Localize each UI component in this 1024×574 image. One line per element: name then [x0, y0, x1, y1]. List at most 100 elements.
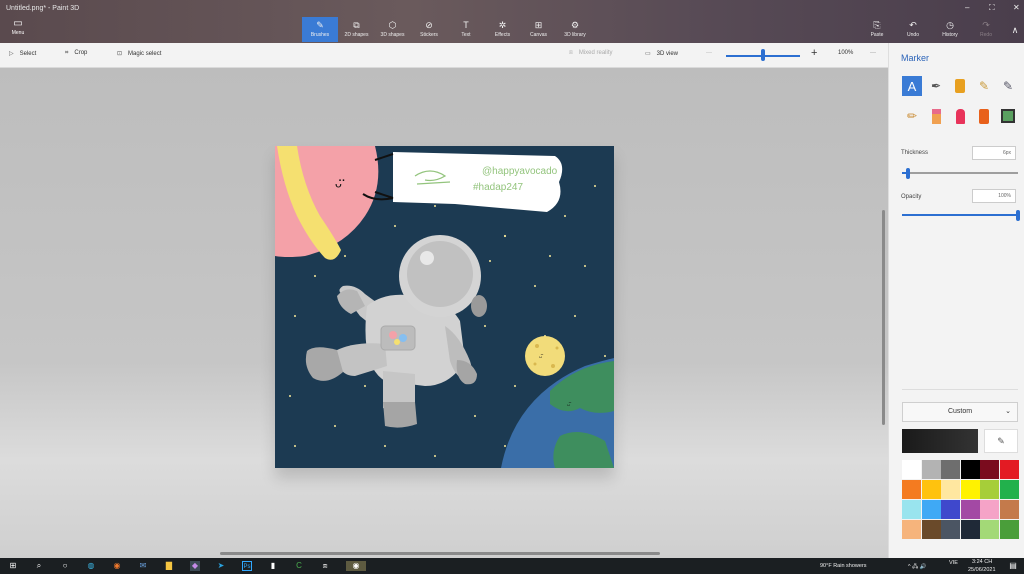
- magic-select-button[interactable]: ⊡ Magic select: [117, 50, 161, 57]
- pencil-brush[interactable]: ✏: [902, 106, 922, 126]
- palette-swatch[interactable]: [941, 480, 960, 499]
- marker-brush[interactable]: A: [902, 76, 922, 96]
- file-explorer-icon[interactable]: ▇: [164, 561, 174, 571]
- clock-date[interactable]: 25/06/2021: [968, 567, 996, 573]
- tool-brushes[interactable]: ✎ Brushes: [302, 17, 338, 42]
- firefox-icon[interactable]: ◉: [112, 561, 122, 571]
- vertical-scrollbar[interactable]: [882, 210, 885, 425]
- tool-label: 3D library: [564, 32, 586, 38]
- thickness-input[interactable]: 6px: [972, 146, 1016, 160]
- palette-swatch[interactable]: [921, 520, 941, 539]
- palette-swatch[interactable]: [941, 460, 960, 479]
- opacity-input[interactable]: 100%: [972, 189, 1016, 203]
- weather-text[interactable]: 90°F Rain showers: [820, 563, 867, 569]
- crayon-brush[interactable]: [950, 106, 970, 126]
- palette-swatch[interactable]: [902, 460, 921, 479]
- menu-label: Menu: [11, 30, 25, 36]
- select-button[interactable]: ▷ Select: [9, 50, 36, 57]
- palette-swatch[interactable]: [980, 480, 999, 499]
- oil-brush-icon: [955, 79, 965, 93]
- thickness-slider-thumb[interactable]: [905, 168, 910, 179]
- zoom-out-button[interactable]: —: [706, 50, 712, 56]
- tool-3d-library[interactable]: ⚙ 3D library: [559, 17, 591, 42]
- palette-swatch[interactable]: [960, 480, 980, 499]
- palette-swatch[interactable]: [960, 500, 980, 519]
- oil-brush[interactable]: [950, 76, 970, 96]
- tool-3d-shapes[interactable]: ⬡ 3D shapes: [376, 17, 409, 42]
- palette-swatch[interactable]: [980, 460, 999, 479]
- edge-icon[interactable]: ◍: [86, 561, 96, 571]
- spray-can-icon: [979, 108, 989, 124]
- crayon-icon: [955, 108, 965, 124]
- palette-swatch[interactable]: [960, 520, 980, 539]
- camtasia-icon[interactable]: C: [294, 561, 304, 571]
- collapse-toolbar-button[interactable]: ∧: [1008, 17, 1022, 42]
- thickness-slider-track[interactable]: [902, 172, 1018, 174]
- palette-swatch[interactable]: [941, 500, 960, 519]
- palette-swatch[interactable]: [902, 500, 921, 519]
- windows-start-icon[interactable]: ⊞: [8, 561, 18, 571]
- mixed-reality-button[interactable]: ⧈ Mixed reality: [569, 50, 613, 57]
- zalo-icon[interactable]: ◉: [346, 561, 366, 571]
- tool-effects[interactable]: ✲ Effects: [487, 17, 518, 42]
- mail-icon[interactable]: ✉: [138, 561, 148, 571]
- maximize-button[interactable]: ⛶: [989, 3, 995, 13]
- palette-swatch[interactable]: [960, 460, 980, 479]
- palette-swatch[interactable]: [921, 460, 941, 479]
- palette-swatch[interactable]: [980, 520, 999, 539]
- search-icon[interactable]: ⌕: [34, 561, 44, 571]
- app-icon[interactable]: ⧈: [320, 561, 330, 571]
- history-button[interactable]: ◷ History: [936, 17, 964, 42]
- palette-swatch[interactable]: [999, 500, 1019, 519]
- palette-swatch[interactable]: [999, 460, 1019, 479]
- palette-swatch[interactable]: [921, 500, 941, 519]
- fill-bucket-brush[interactable]: [998, 106, 1018, 126]
- calligraphy-pen-brush[interactable]: ✒: [926, 76, 946, 96]
- tag-text: #hadap247: [473, 182, 523, 193]
- paint3d-taskbar-icon[interactable]: ◆: [190, 561, 200, 571]
- undo-button[interactable]: ↶ Undo: [900, 17, 926, 42]
- tool-text[interactable]: T Text: [451, 17, 481, 42]
- close-button[interactable]: ✕: [1013, 3, 1020, 12]
- pixel-pen-brush[interactable]: ✎: [998, 76, 1018, 96]
- notepad-icon[interactable]: ▮: [268, 561, 278, 571]
- minimize-button[interactable]: –: [965, 3, 969, 12]
- palette-swatch[interactable]: [902, 480, 921, 499]
- language-indicator[interactable]: VIE: [949, 560, 958, 566]
- notification-icon[interactable]: ▤: [1008, 561, 1018, 571]
- tool-stickers[interactable]: ⊘ Stickers: [413, 17, 445, 42]
- window-title: Untitled.png* - Paint 3D: [6, 5, 80, 12]
- more-options-button[interactable]: ···: [870, 50, 876, 56]
- crop-button[interactable]: ⌗ Crop: [65, 50, 87, 57]
- watercolor-brush[interactable]: ✎: [974, 76, 994, 96]
- clock-time[interactable]: 3:24 CH: [972, 559, 992, 565]
- palette-swatch[interactable]: [902, 520, 921, 539]
- palette-swatch[interactable]: [921, 480, 941, 499]
- tool-canvas[interactable]: ⊞ Canvas: [523, 17, 554, 42]
- tray-icons[interactable]: ^ 🖧 🔊: [908, 563, 927, 572]
- current-color-swatch[interactable]: [902, 429, 978, 453]
- zoom-in-button[interactable]: +: [811, 47, 817, 59]
- eraser-brush[interactable]: [926, 106, 946, 126]
- horizontal-scrollbar[interactable]: [220, 552, 660, 555]
- crop-label: Crop: [74, 50, 88, 56]
- spray-can-brush[interactable]: [974, 106, 994, 126]
- 3d-view-button[interactable]: ▭ 3D view: [645, 50, 678, 57]
- eyedropper-button[interactable]: ✎: [984, 429, 1018, 453]
- menu-button[interactable]: ▭ Menu: [0, 17, 36, 41]
- paste-button[interactable]: ⎘ Paste: [864, 17, 890, 42]
- tool-2d-shapes[interactable]: ⧉ 2D shapes: [340, 17, 373, 42]
- telegram-icon[interactable]: ➤: [216, 561, 226, 571]
- zoom-slider-thumb[interactable]: [761, 49, 765, 61]
- pixel-pen-icon: ✎: [1002, 79, 1014, 93]
- palette-swatch[interactable]: [999, 480, 1019, 499]
- palette-swatch[interactable]: [980, 500, 999, 519]
- palette-swatch[interactable]: [999, 520, 1019, 539]
- custom-color-dropdown[interactable]: Custom ⌄: [902, 402, 1018, 422]
- palette-swatch[interactable]: [941, 520, 960, 539]
- photoshop-icon[interactable]: Ps: [242, 561, 252, 571]
- redo-button[interactable]: ↷ Redo: [973, 17, 999, 42]
- cortana-icon[interactable]: ○: [60, 561, 70, 571]
- opacity-slider-thumb[interactable]: [1016, 210, 1020, 221]
- drawing-canvas[interactable]: ᵕ̈ @happyavocado #hadap247 ᵕ̈ ᵕ̈: [275, 146, 614, 468]
